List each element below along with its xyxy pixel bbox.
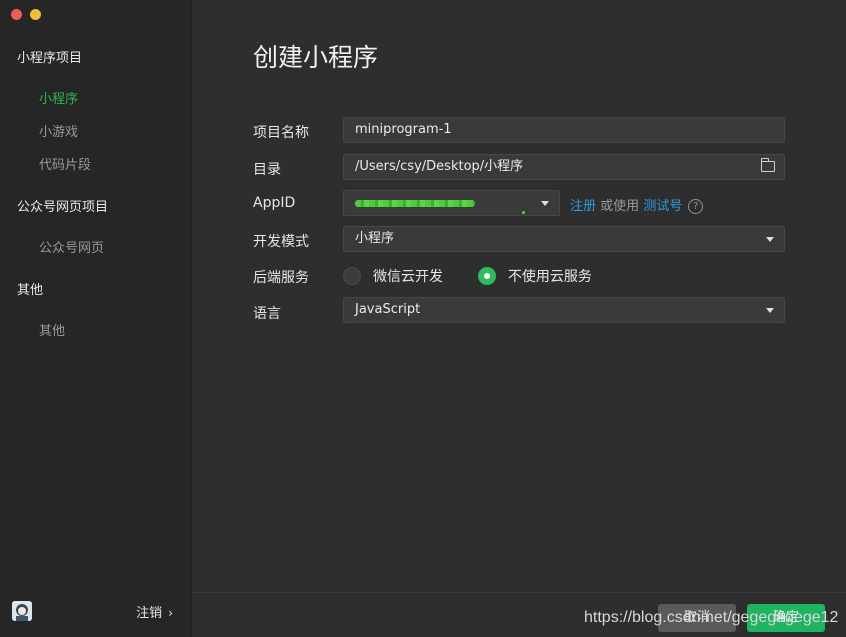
directory-value: /Users/csy/Desktop/小程序 xyxy=(355,159,524,174)
folder-icon[interactable] xyxy=(761,158,775,172)
backend-radio-group: 微信云开发 不使用云服务 xyxy=(343,266,592,286)
watermark-text: https://blog.csdn.net/gegegegege12 xyxy=(584,609,839,626)
test-account-link[interactable]: 测试号 xyxy=(643,199,682,214)
appid-select[interactable] xyxy=(343,190,560,216)
dev-mode-label: 开发模式 xyxy=(253,234,309,250)
sidebar-section-other: 其他 xyxy=(17,283,44,298)
chevron-down-icon xyxy=(766,237,774,242)
backend-label: 后端服务 xyxy=(253,270,309,286)
radio-wechat-cloud[interactable] xyxy=(343,267,361,285)
appid-label: AppID xyxy=(253,195,296,211)
sidebar: 小程序项目 小程序 小游戏 代码片段 公众号网页项目 公众号网页 其他 其他 注… xyxy=(0,0,192,637)
radio-no-cloud-label[interactable]: 不使用云服务 xyxy=(508,269,592,285)
sidebar-section-official-account: 公众号网页项目 xyxy=(17,200,109,215)
sidebar-item-other[interactable]: 其他 xyxy=(39,320,65,339)
page-title: 创建小程序 xyxy=(253,43,379,72)
sidebar-footer: 注销 › xyxy=(0,593,191,637)
language-label: 语言 xyxy=(253,306,281,322)
appid-redaction-dot xyxy=(522,211,525,214)
logout-button[interactable]: 注销 › xyxy=(136,602,173,621)
chevron-down-icon xyxy=(766,308,774,313)
avatar-image-icon xyxy=(12,601,32,621)
help-icon[interactable]: ? xyxy=(688,199,704,214)
project-name-value: miniprogram-1 xyxy=(355,122,452,137)
sidebar-item-official-account-web[interactable]: 公众号网页 xyxy=(39,237,104,256)
window-controls xyxy=(11,9,41,20)
directory-input[interactable]: /Users/csy/Desktop/小程序 xyxy=(343,154,785,180)
sidebar-item-minigame[interactable]: 小游戏 xyxy=(39,121,78,140)
radio-wechat-cloud-label[interactable]: 微信云开发 xyxy=(373,269,443,285)
project-name-label: 项目名称 xyxy=(253,125,309,141)
or-use-text: 或使用 xyxy=(600,199,640,214)
language-value: JavaScript xyxy=(355,302,421,317)
footer-bar: 取消 确定 https://blog.csdn.net/gegegegege12 xyxy=(192,592,846,637)
radio-no-cloud[interactable] xyxy=(477,267,496,285)
sidebar-item-miniprogram[interactable]: 小程序 xyxy=(39,88,78,107)
app-window: 小程序项目 小程序 小游戏 代码片段 公众号网页项目 公众号网页 其他 其他 注… xyxy=(0,0,846,637)
sidebar-section-miniprogram: 小程序项目 xyxy=(17,51,83,66)
minimize-window-icon[interactable] xyxy=(30,9,41,20)
dev-mode-value: 小程序 xyxy=(355,231,395,246)
register-link[interactable]: 注册 xyxy=(570,199,596,214)
language-select[interactable]: JavaScript xyxy=(343,297,785,323)
appid-links: 注册 或使用 测试号? xyxy=(570,195,704,214)
chevron-right-icon: › xyxy=(168,606,173,620)
avatar[interactable] xyxy=(12,601,32,621)
chevron-down-icon xyxy=(541,201,549,206)
directory-label: 目录 xyxy=(253,162,281,178)
project-name-input[interactable]: miniprogram-1 xyxy=(343,117,785,143)
logout-label: 注销 xyxy=(136,606,163,621)
dev-mode-select[interactable]: 小程序 xyxy=(343,226,785,252)
main-panel: 创建小程序 项目名称 miniprogram-1 目录 /Users/csy/D… xyxy=(192,0,846,637)
close-window-icon[interactable] xyxy=(11,9,22,20)
appid-redaction xyxy=(355,200,475,207)
sidebar-item-code-snippet[interactable]: 代码片段 xyxy=(39,154,91,173)
